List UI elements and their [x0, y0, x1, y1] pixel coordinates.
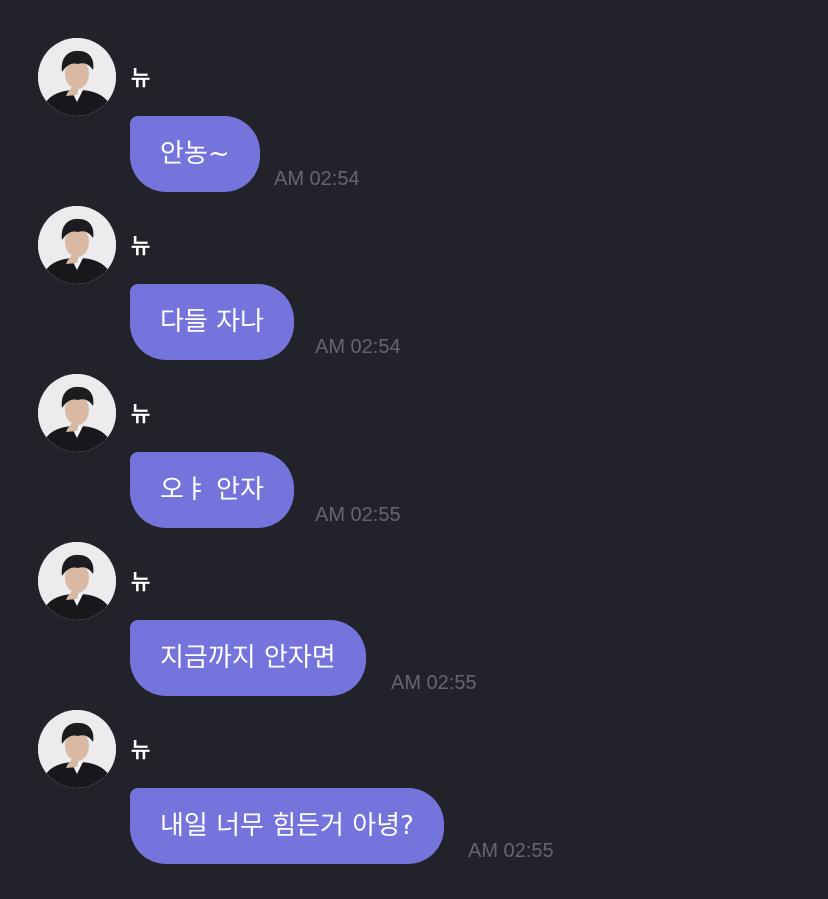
message-group: 뉴 지금까지 안자면 AM 02:55 [0, 504, 828, 696]
sender-name: 뉴 [131, 402, 151, 426]
avatar[interactable] [38, 710, 116, 788]
message-group: 뉴 안농~ AM 02:54 [0, 0, 828, 192]
profile-photo-icon [38, 710, 116, 788]
message-bubble[interactable]: 내일 너무 힘든거 아녕? [130, 788, 444, 864]
sender-name: 뉴 [131, 738, 151, 762]
message-time: AM 02:55 [468, 840, 554, 862]
avatar[interactable] [38, 206, 116, 284]
profile-photo-icon [38, 38, 116, 116]
message-group: 뉴 내일 너무 힘든거 아녕? AM 02:55 [0, 672, 828, 864]
avatar[interactable] [38, 542, 116, 620]
profile-photo-icon [38, 542, 116, 620]
chat-thread: 뉴 안농~ AM 02:54 뉴 다들 자나 AM 02:54 뉴 오ㅑ 안자 … [0, 0, 828, 899]
profile-photo-icon [38, 206, 116, 284]
profile-photo-icon [38, 374, 116, 452]
sender-name: 뉴 [131, 234, 151, 258]
message-group: 뉴 오ㅑ 안자 AM 02:55 [0, 336, 828, 528]
avatar[interactable] [38, 374, 116, 452]
avatar[interactable] [38, 38, 116, 116]
message-group: 뉴 다들 자나 AM 02:54 [0, 168, 828, 360]
sender-name: 뉴 [131, 66, 151, 90]
sender-name: 뉴 [131, 570, 151, 594]
